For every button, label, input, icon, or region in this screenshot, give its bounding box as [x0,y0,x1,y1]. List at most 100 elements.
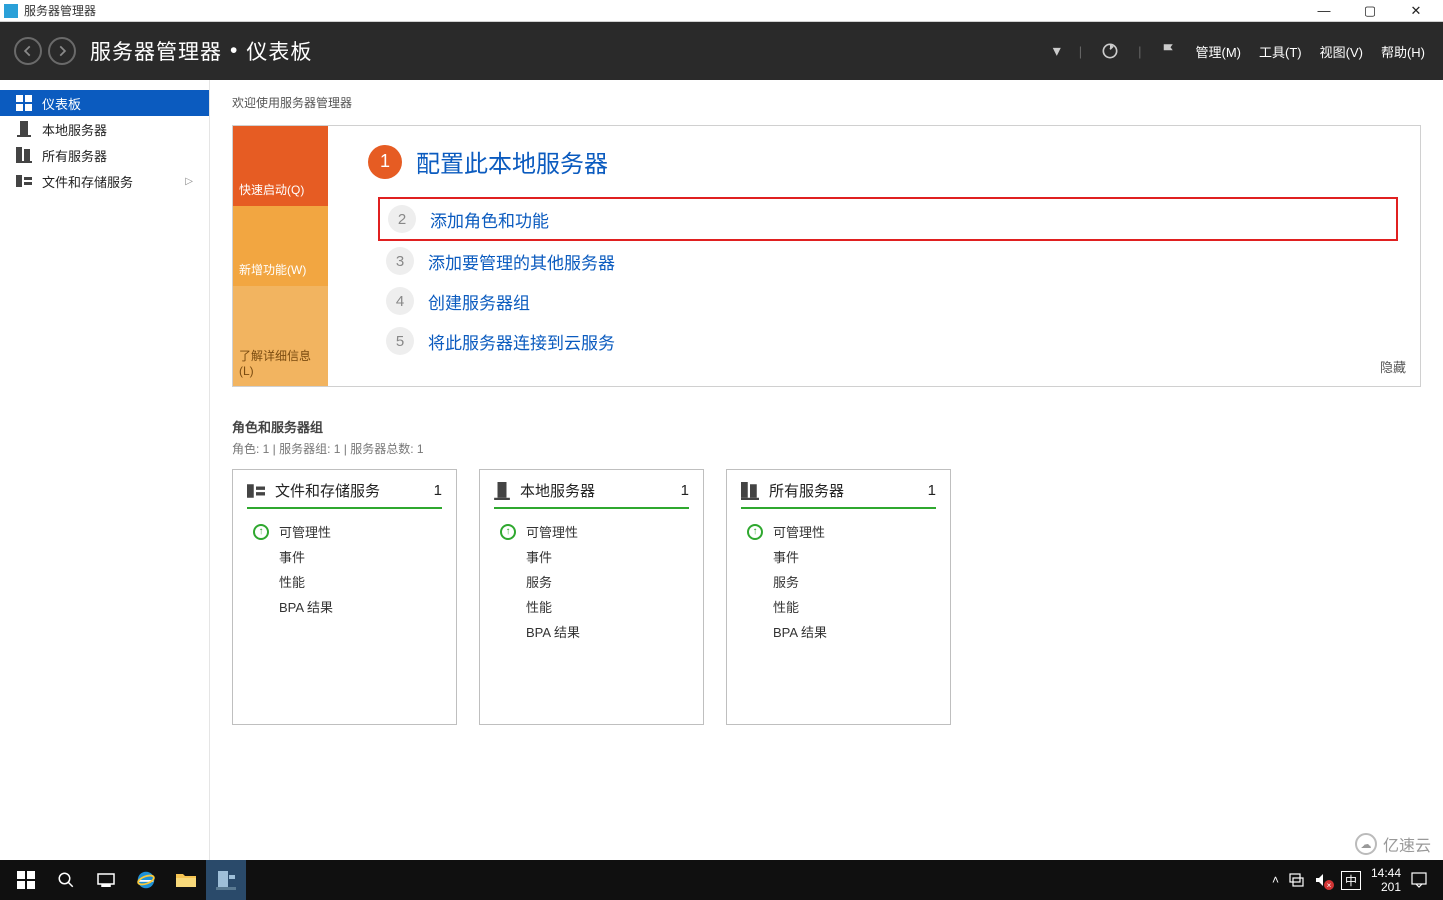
step-number: 4 [386,287,414,315]
tray-volume-icon[interactable]: × [1315,873,1331,887]
taskbar-server-manager[interactable] [206,860,246,900]
server-manager-icon [215,869,237,891]
tray-notifications-icon[interactable] [1411,872,1427,888]
storage-icon [16,173,32,189]
card-row[interactable]: ↑可管理性 [741,519,936,544]
menu-manage[interactable]: 管理(M) [1196,42,1242,61]
server-icon [16,121,32,137]
card-count: 1 [681,482,689,499]
breadcrumb-app[interactable]: 服务器管理器 [90,36,222,66]
card-row[interactable]: 事件 [741,544,936,569]
windows-icon [17,871,35,889]
refresh-icon [1100,41,1120,61]
sidebar-label: 文件和存储服务 [42,172,133,191]
close-button[interactable]: ✕ [1393,0,1439,22]
sidebar-label: 本地服务器 [42,120,107,139]
welcome-tab-learn[interactable]: 了解详细信息(L) [233,286,328,386]
search-icon [57,871,75,889]
watermark-icon: ☁ [1355,833,1377,855]
nav-forward-button[interactable] [48,37,76,65]
dropdown-indicator[interactable]: ▾ [1053,41,1061,61]
storage-icon [247,482,265,500]
dashboard-icon [16,95,32,111]
arrow-left-icon [21,44,35,58]
card-row[interactable]: BPA 结果 [494,619,689,644]
menu-tools[interactable]: 工具(T) [1259,42,1302,61]
servers-icon [16,147,32,163]
ie-icon [135,869,157,891]
card-row[interactable]: 性能 [494,594,689,619]
divider: | [1079,44,1082,59]
card-all-servers[interactable]: 所有服务器 1 ↑可管理性 事件 服务 性能 BPA 结果 [726,469,951,725]
main-content: 欢迎使用服务器管理器 快速启动(Q) 新增功能(W) 了解详细信息(L) 1 配… [210,80,1443,860]
status-ok-icon: ↑ [500,524,516,540]
sidebar-item-dashboard[interactable]: 仪表板 [0,90,209,116]
tray-ime[interactable]: 中 [1341,871,1361,890]
sidebar-label: 所有服务器 [42,146,107,165]
groups-heading: 角色和服务器组 [232,417,1421,436]
card-row[interactable]: 服务 [741,569,936,594]
step-add-roles[interactable]: 2 添加角色和功能 [378,197,1398,241]
step-label: 添加要管理的其他服务器 [428,249,615,274]
arrow-right-icon [55,44,69,58]
card-local-server[interactable]: 本地服务器 1 ↑可管理性 事件 服务 性能 BPA 结果 [479,469,704,725]
divider: | [1138,44,1141,59]
sidebar-item-file-storage[interactable]: 文件和存储服务 ▷ [0,168,209,194]
folder-icon [175,871,197,889]
taskbar-ie[interactable] [126,860,166,900]
welcome-title[interactable]: 配置此本地服务器 [416,144,608,179]
server-icon [494,482,510,500]
card-title: 本地服务器 [520,480,595,501]
minimize-button[interactable]: — [1301,0,1347,22]
app-icon [4,4,18,18]
step-connect-cloud[interactable]: 5 将此服务器连接到云服务 [378,321,1398,361]
taskview-icon [97,873,115,887]
card-row[interactable]: 事件 [247,544,442,569]
task-view-button[interactable] [86,860,126,900]
step-add-servers[interactable]: 3 添加要管理的其他服务器 [378,241,1398,281]
breadcrumb-sep: • [230,39,238,63]
hide-link[interactable]: 隐藏 [1380,357,1406,376]
maximize-button[interactable]: ▢ [1347,0,1393,22]
start-button[interactable] [6,860,46,900]
taskbar: ˄ × 中 14:44 201 [0,860,1443,900]
menu-view[interactable]: 视图(V) [1320,42,1363,61]
card-row[interactable]: 性能 [247,569,442,594]
menu-help[interactable]: 帮助(H) [1381,42,1425,61]
breadcrumb-page[interactable]: 仪表板 [246,36,312,66]
welcome-heading: 欢迎使用服务器管理器 [232,94,1421,111]
welcome-panel: 快速启动(Q) 新增功能(W) 了解详细信息(L) 1 配置此本地服务器 2 添… [232,125,1421,387]
card-file-storage[interactable]: 文件和存储服务 1 ↑可管理性 事件 性能 BPA 结果 [232,469,457,725]
step-label: 添加角色和功能 [430,207,549,232]
welcome-tab-quickstart[interactable]: 快速启动(Q) [233,126,328,206]
card-row[interactable]: BPA 结果 [741,619,936,644]
card-row[interactable]: 事件 [494,544,689,569]
tray-network-icon[interactable] [1289,873,1305,887]
sidebar-item-local-server[interactable]: 本地服务器 [0,116,209,142]
sidebar-item-all-servers[interactable]: 所有服务器 [0,142,209,168]
search-button[interactable] [46,860,86,900]
step-number: 5 [386,327,414,355]
tray-up-icon[interactable]: ˄ [1272,873,1279,887]
welcome-tab-new[interactable]: 新增功能(W) [233,206,328,286]
card-row[interactable]: ↑可管理性 [494,519,689,544]
step-create-group[interactable]: 4 创建服务器组 [378,281,1398,321]
notifications-button[interactable] [1160,42,1178,60]
card-title: 所有服务器 [769,480,844,501]
title-bar: 服务器管理器 — ▢ ✕ [0,0,1443,22]
card-row[interactable]: 性能 [741,594,936,619]
tray-clock[interactable]: 14:44 201 [1371,866,1401,894]
card-row[interactable]: 服务 [494,569,689,594]
flag-icon [1160,42,1178,60]
window-title: 服务器管理器 [24,2,96,19]
servers-icon [741,482,759,500]
step-label: 创建服务器组 [428,289,530,314]
card-row[interactable]: ↑可管理性 [247,519,442,544]
card-row[interactable]: BPA 结果 [247,594,442,619]
refresh-button[interactable] [1100,41,1120,61]
card-title: 文件和存储服务 [275,480,380,501]
nav-back-button[interactable] [14,37,42,65]
taskbar-explorer[interactable] [166,860,206,900]
header-bar: 服务器管理器 • 仪表板 ▾ | | 管理(M) 工具(T) 视图(V) 帮助(… [0,22,1443,80]
sidebar-label: 仪表板 [42,94,81,113]
